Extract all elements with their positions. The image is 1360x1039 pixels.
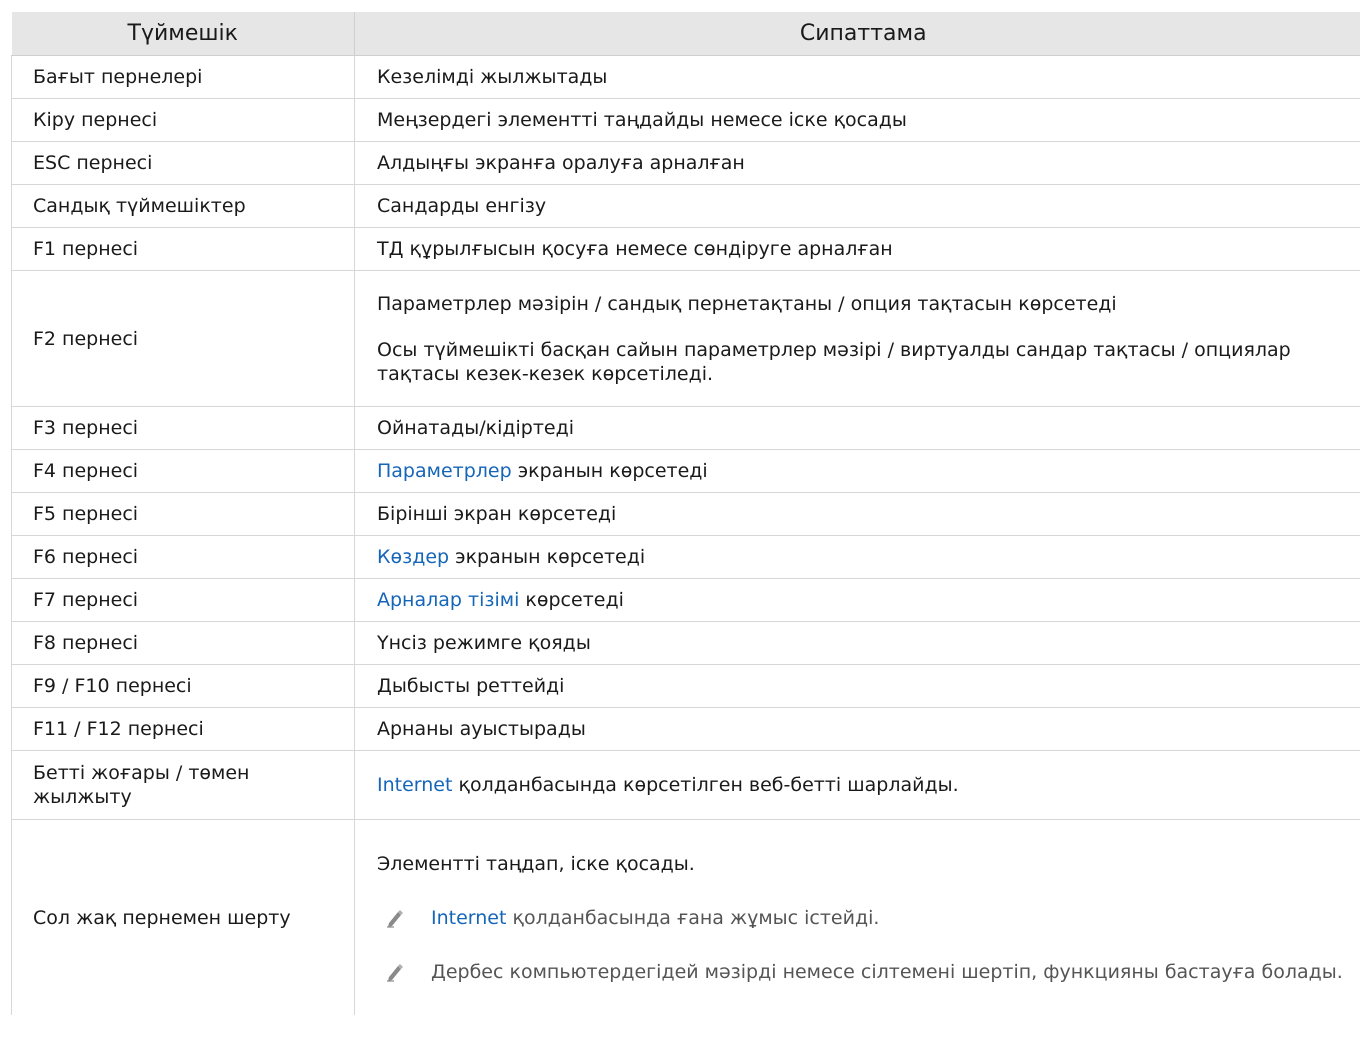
pencil-note-icon [385, 902, 417, 934]
row-key: Бағыт пернелері [11, 55, 355, 99]
row-key: F1 пернесі [11, 227, 355, 271]
row-description: ТД құрылғысын қосуға немесе сөндіруге ар… [354, 227, 1360, 271]
description-text: экранын көрсетеді [449, 546, 646, 568]
keyboard-shortcuts-table: Түймешік Сипаттама Бағыт пернелері Кезел… [11, 12, 1360, 1015]
table-row: F3 пернесі Ойнатады/кідіртеді [11, 406, 1360, 450]
row-description: Кезелімді жылжытады [354, 55, 1360, 99]
description-paragraph: Осы түймешікті басқан сайын параметрлер … [377, 338, 1291, 385]
note-text: қолданбасында ғана жұмыс істейді. [506, 906, 880, 929]
row-key: Сандық түймешіктер [11, 184, 355, 228]
row-description: Арналар тізімі көрсетеді [354, 578, 1360, 622]
note-item: Дербес компьютердегідей мәзірді немесе с… [377, 956, 1360, 988]
table-row: F4 пернесі Параметрлер экранын көрсетеді [11, 449, 1360, 493]
table-row: F2 пернесі Параметрлер мәзірін / сандық … [11, 270, 1360, 407]
note-text: Дербес компьютердегідей мәзірді немесе с… [431, 960, 1343, 983]
sources-link[interactable]: Көздер [377, 546, 449, 568]
row-key: ESC пернесі [11, 141, 355, 185]
internet-link[interactable]: Internet [431, 907, 506, 929]
table-row: F8 пернесі Үнсіз режимге қояды [11, 621, 1360, 665]
row-description: Internet қолданбасында көрсетілген веб-б… [354, 750, 1360, 820]
row-key: Кіру пернесі [11, 98, 355, 142]
description-text: көрсетеді [519, 589, 624, 611]
description-paragraph: Параметрлер мәзірін / сандық пернетақтан… [377, 292, 1117, 315]
table-row: F9 / F10 пернесі Дыбысты реттейді [11, 664, 1360, 708]
row-key: F9 / F10 пернесі [11, 664, 355, 708]
internet-link[interactable]: Internet [377, 774, 452, 796]
row-key: F6 пернесі [11, 535, 355, 579]
header-key: Түймешік [11, 12, 355, 56]
row-description: Алдыңғы экранға оралуға арналған [354, 141, 1360, 185]
note-item: Internet қолданбасында ғана жұмыс істейд… [377, 902, 1360, 934]
row-description: Параметрлер экранын көрсетеді [354, 449, 1360, 493]
row-description: Ойнатады/кідіртеді [354, 406, 1360, 450]
description-text: қолданбасында көрсетілген веб-бетті шарл… [452, 774, 959, 796]
row-description: Параметрлер мәзірін / сандық пернетақтан… [354, 270, 1360, 407]
row-description: Меңзердегі элементті таңдайды немесе іск… [354, 98, 1360, 142]
row-key: F8 пернесі [11, 621, 355, 665]
table-row: Бетті жоғары / төмен жылжыту Internet қо… [11, 750, 1360, 820]
table-row: Сандық түймешіктер Сандарды енгізу [11, 184, 1360, 228]
table-row: F1 пернесі ТД құрылғысын қосуға немесе с… [11, 227, 1360, 271]
table-row: Бағыт пернелері Кезелімді жылжытады [11, 55, 1360, 99]
row-key: F2 пернесі [11, 270, 355, 407]
row-key: F5 пернесі [11, 492, 355, 536]
table-row: Сол жақ пернемен шерту Элементті таңдап,… [11, 819, 1360, 1016]
row-description: Көздер экранын көрсетеді [354, 535, 1360, 579]
row-description: Бірінші экран көрсетеді [354, 492, 1360, 536]
row-description: Дыбысты реттейді [354, 664, 1360, 708]
pencil-note-icon [385, 956, 417, 988]
channel-list-link[interactable]: Арналар тізімі [377, 589, 519, 611]
row-description: Арнаны ауыстырады [354, 707, 1360, 751]
table-row: F11 / F12 пернесі Арнаны ауыстырады [11, 707, 1360, 751]
settings-link[interactable]: Параметрлер [377, 460, 512, 482]
row-description: Үнсіз режимге қояды [354, 621, 1360, 665]
row-description: Сандарды енгізу [354, 184, 1360, 228]
table-row: F5 пернесі Бірінші экран көрсетеді [11, 492, 1360, 536]
row-key: F7 пернесі [11, 578, 355, 622]
row-key: F3 пернесі [11, 406, 355, 450]
row-key: F4 пернесі [11, 449, 355, 493]
row-key: Бетті жоғары / төмен жылжыту [11, 750, 355, 820]
row-description: Элементті таңдап, іске қосады. Internet … [355, 820, 1360, 1016]
table-row: Кіру пернесі Меңзердегі элементті таңдай… [11, 98, 1360, 142]
header-description: Сипаттама [354, 12, 1360, 56]
table-row: F6 пернесі Көздер экранын көрсетеді [11, 535, 1360, 579]
row-key: Сол жақ пернемен шерту [11, 819, 355, 1015]
table-row: ESC пернесі Алдыңғы экранға оралуға арна… [11, 141, 1360, 185]
row-key: F11 / F12 пернесі [11, 707, 355, 751]
description-text: экранын көрсетеді [511, 460, 708, 482]
table-header-row: Түймешік Сипаттама [11, 12, 1360, 56]
description-paragraph: Элементті таңдап, іске қосады. [377, 852, 695, 875]
table-row: F7 пернесі Арналар тізімі көрсетеді [11, 578, 1360, 622]
